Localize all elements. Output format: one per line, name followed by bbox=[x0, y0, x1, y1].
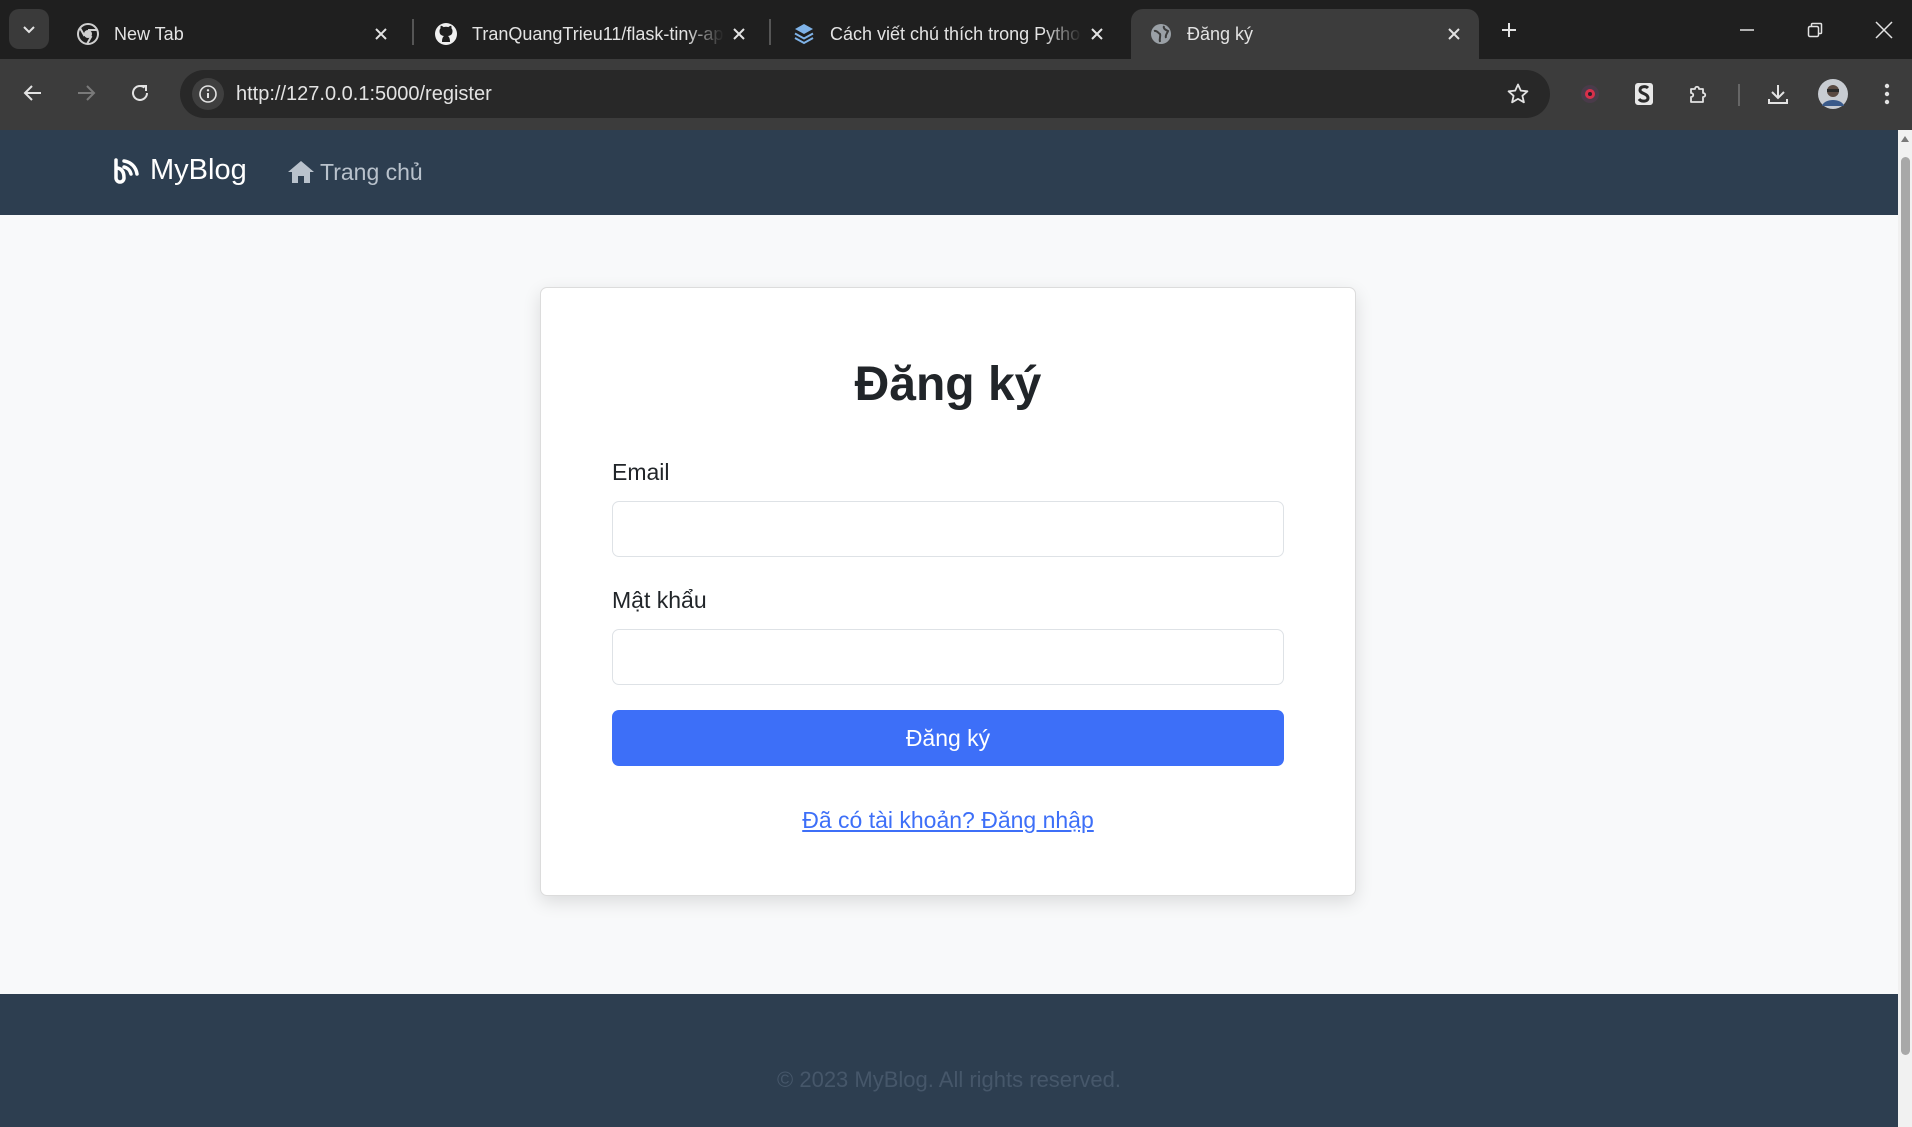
chevron-down-icon bbox=[23, 26, 35, 34]
email-field[interactable] bbox=[612, 501, 1284, 557]
chrome-icon bbox=[76, 22, 100, 46]
tab-search-button[interactable] bbox=[9, 9, 49, 49]
download-icon[interactable] bbox=[1760, 76, 1796, 112]
restore-button[interactable] bbox=[1781, 0, 1849, 59]
close-icon[interactable] bbox=[1082, 19, 1112, 49]
layers-icon bbox=[792, 22, 816, 46]
page-viewport: MyBlog Trang chủ Đăng ký Email Mật khẩu … bbox=[0, 130, 1898, 1127]
tab-title: Cách viết chú thích trong Pytho bbox=[830, 23, 1081, 44]
tab-python-comments[interactable]: Cách viết chú thích trong Pytho bbox=[774, 9, 1122, 59]
extension-s-icon[interactable] bbox=[1626, 76, 1662, 112]
site-navbar: MyBlog Trang chủ bbox=[0, 130, 1898, 215]
minimize-icon bbox=[1740, 28, 1754, 31]
browser-toolbar: http://127.0.0.1:5000/register bbox=[0, 59, 1912, 130]
minimize-button[interactable] bbox=[1713, 0, 1781, 59]
close-icon bbox=[1875, 20, 1893, 39]
register-card: Đăng ký Email Mật khẩu Đăng ký Đã có tài… bbox=[540, 287, 1356, 896]
close-icon[interactable] bbox=[366, 19, 396, 49]
rss-logo-icon bbox=[110, 155, 142, 187]
home-icon bbox=[286, 158, 316, 186]
github-icon bbox=[434, 22, 458, 46]
scroll-up-arrow-icon[interactable] bbox=[1901, 136, 1909, 142]
site-info-icon[interactable] bbox=[192, 78, 224, 110]
new-tab-button[interactable] bbox=[1494, 12, 1524, 48]
profile-avatar[interactable] bbox=[1815, 76, 1851, 112]
reload-button[interactable] bbox=[120, 73, 160, 113]
brand-name: MyBlog bbox=[150, 154, 247, 186]
close-icon[interactable] bbox=[724, 19, 754, 49]
close-window-button[interactable] bbox=[1850, 0, 1912, 59]
more-menu-icon[interactable] bbox=[1869, 76, 1905, 112]
restore-icon bbox=[1807, 22, 1823, 37]
extensions-puzzle-icon[interactable] bbox=[1681, 76, 1717, 112]
toolbar-separator bbox=[1738, 84, 1740, 106]
close-icon[interactable] bbox=[1439, 19, 1469, 49]
nav-home-label: Trang chủ bbox=[320, 158, 423, 185]
arrow-left-icon bbox=[23, 85, 41, 101]
forward-button[interactable] bbox=[66, 73, 106, 113]
login-link[interactable]: Đã có tài khoản? Đăng nhập bbox=[802, 807, 1094, 833]
url-text[interactable]: http://127.0.0.1:5000/register bbox=[236, 83, 492, 106]
password-label: Mật khẩu bbox=[612, 587, 707, 613]
browser-tab-strip: New Tab TranQuangTrieu11/flask-tiny-ap C… bbox=[0, 0, 1912, 59]
brand-link[interactable]: MyBlog bbox=[110, 154, 247, 187]
bookmark-star-icon[interactable] bbox=[1504, 80, 1532, 108]
nav-home-link[interactable]: Trang chủ bbox=[286, 158, 423, 186]
extension-record-icon[interactable] bbox=[1572, 76, 1608, 112]
page-scrollbar[interactable] bbox=[1898, 130, 1912, 1127]
tab-separator bbox=[769, 19, 771, 45]
tab-separator bbox=[412, 19, 414, 45]
reload-icon bbox=[132, 84, 148, 101]
tab-title: New Tab bbox=[114, 23, 184, 44]
tab-new-tab[interactable]: New Tab bbox=[58, 9, 406, 59]
plus-icon bbox=[1502, 23, 1516, 37]
tab-github[interactable]: TranQuangTrieu11/flask-tiny-ap bbox=[416, 9, 764, 59]
scrollbar-thumb[interactable] bbox=[1901, 157, 1910, 1055]
address-bar[interactable]: http://127.0.0.1:5000/register bbox=[180, 70, 1550, 118]
password-field[interactable] bbox=[612, 629, 1284, 685]
email-label: Email bbox=[612, 459, 670, 485]
tab-title: Đăng ký bbox=[1187, 23, 1254, 44]
arrow-right-icon bbox=[78, 85, 96, 101]
login-link-row: Đã có tài khoản? Đăng nhập bbox=[541, 807, 1355, 834]
globe-icon bbox=[1149, 22, 1173, 46]
register-button[interactable]: Đăng ký bbox=[612, 710, 1284, 766]
site-footer: © 2023 MyBlog. All rights reserved. bbox=[0, 994, 1898, 1127]
tab-title: TranQuangTrieu11/flask-tiny-ap bbox=[472, 23, 724, 44]
tab-register[interactable]: Đăng ký bbox=[1131, 9, 1479, 59]
back-button[interactable] bbox=[13, 73, 53, 113]
footer-copyright: © 2023 MyBlog. All rights reserved. bbox=[777, 1067, 1121, 1092]
page-title: Đăng ký bbox=[854, 358, 1042, 411]
